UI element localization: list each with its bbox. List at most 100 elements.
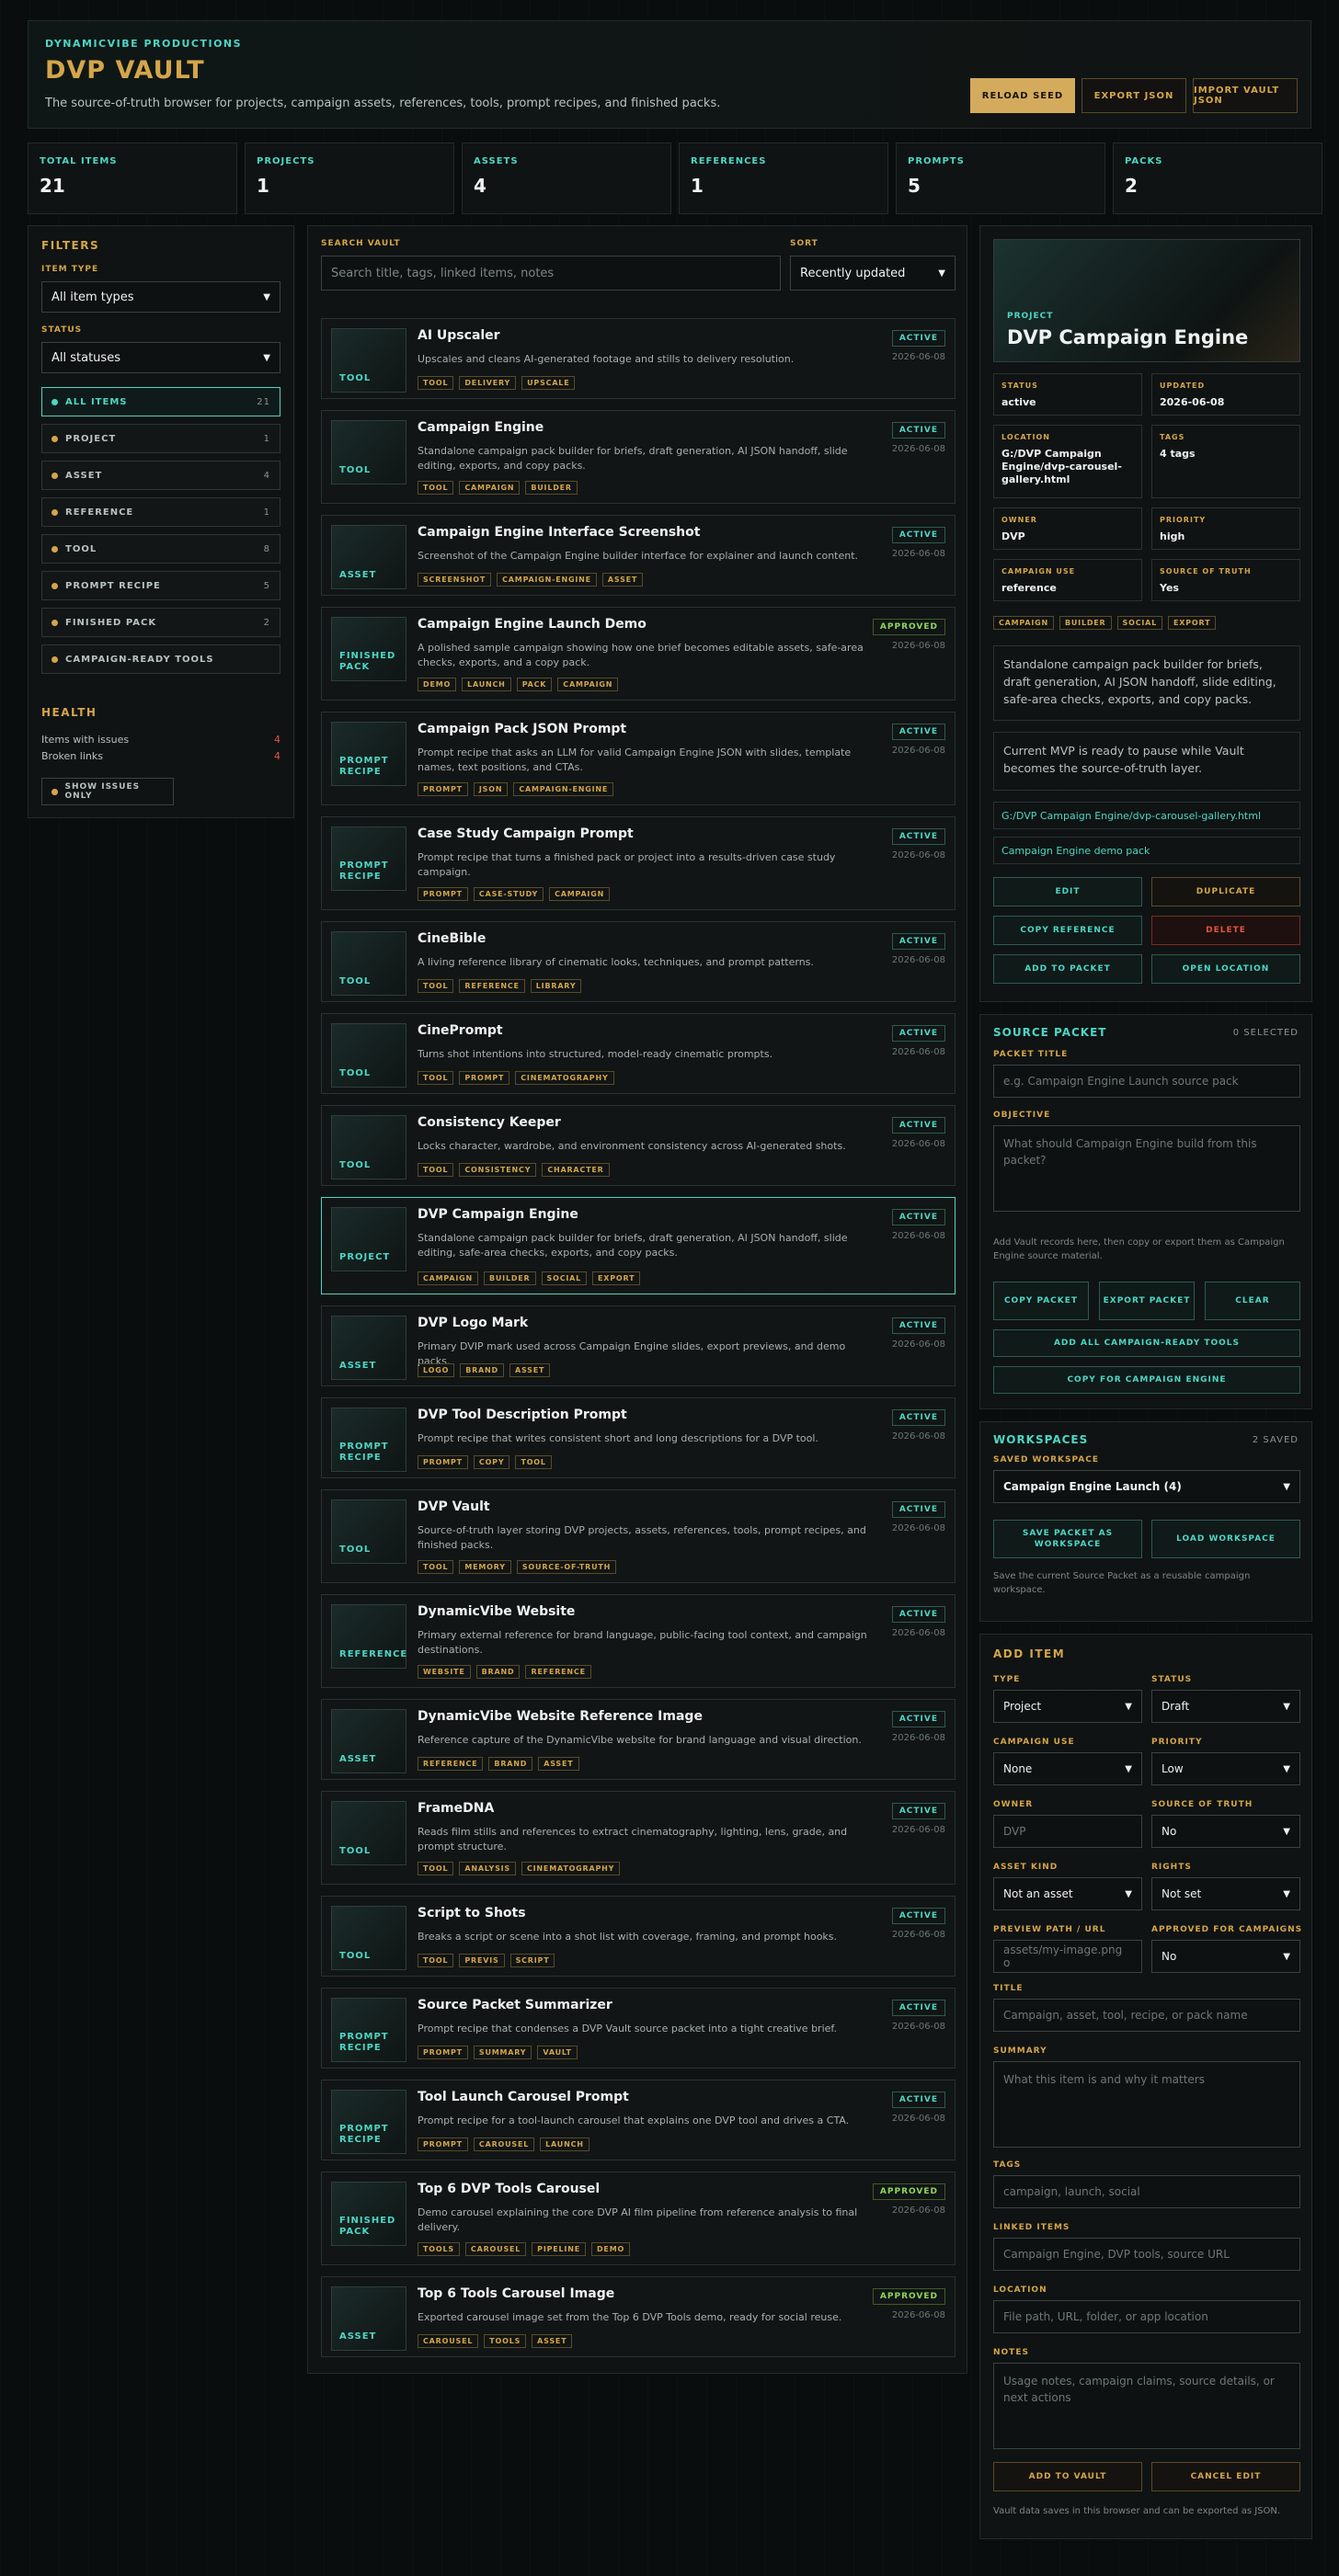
item-tag[interactable]: CHARACTER xyxy=(542,1163,610,1177)
item-tag[interactable]: BUILDER xyxy=(483,1271,536,1285)
item-card[interactable]: PROMPT RECIPE Case Study Campaign Prompt P… xyxy=(321,816,956,910)
item-tag[interactable]: MEMORY xyxy=(459,1560,511,1574)
clear-packet-button[interactable]: CLEAR xyxy=(1205,1282,1300,1320)
add-all-campaign-ready-button[interactable]: ADD ALL CAMPAIGN-READY TOOLS xyxy=(993,1329,1300,1357)
item-card[interactable]: FINISHED PACK Campaign Engine Launch Demo… xyxy=(321,607,956,701)
item-tag[interactable]: CINEMATOGRAPHY xyxy=(521,1862,621,1875)
item-tag[interactable]: PROMPT xyxy=(459,1071,510,1085)
detail-tag[interactable]: EXPORT xyxy=(1168,616,1217,630)
item-tag[interactable]: REFERENCE xyxy=(459,979,525,993)
item-card[interactable]: FINISHED PACK Top 6 DVP Tools Carousel Dem… xyxy=(321,2171,956,2265)
saved-workspace-select[interactable]: Campaign Engine Launch (4) ▼ xyxy=(993,1470,1300,1503)
item-tag[interactable]: DELIVERY xyxy=(459,376,517,390)
detail-tag[interactable]: CAMPAIGN xyxy=(993,616,1054,630)
cancel-edit-button[interactable]: CANCEL EDIT xyxy=(1151,2462,1300,2491)
item-card[interactable]: TOOL Campaign Engine Standalone campaign p… xyxy=(321,410,956,504)
add-use-field[interactable]: None ▼ xyxy=(993,1752,1142,1785)
add-tags-input[interactable]: campaign, launch, social xyxy=(993,2175,1300,2208)
item-tag[interactable]: REFERENCE xyxy=(418,1757,484,1771)
copy-reference-button[interactable]: COPY REFERENCE xyxy=(993,916,1142,945)
item-tag[interactable]: CAMPAIGN xyxy=(459,481,521,495)
item-tag[interactable]: ASSET xyxy=(601,573,644,587)
add-owner-field[interactable]: DVP xyxy=(993,1815,1142,1848)
item-tag[interactable]: DEMO xyxy=(418,678,457,691)
add-kind-field[interactable]: Not an asset ▼ xyxy=(993,1877,1142,1910)
item-tag[interactable]: BRAND xyxy=(475,1665,521,1679)
duplicate-button[interactable]: DUPLICATE xyxy=(1151,877,1300,906)
item-tag[interactable]: SOURCE-OF-TRUTH xyxy=(516,1560,617,1574)
add-summary-textarea[interactable]: What this item is and why it matters xyxy=(993,2061,1300,2148)
item-card[interactable]: ASSET DVP Logo Mark Primary DVIP mark used… xyxy=(321,1305,956,1386)
item-tag[interactable]: EXPORT xyxy=(592,1271,641,1285)
item-tag[interactable]: CAMPAIGN xyxy=(557,678,619,691)
item-tag[interactable]: CINEMATOGRAPHY xyxy=(515,1071,614,1085)
item-tag[interactable]: SOCIAL xyxy=(541,1271,588,1285)
detail-location-link[interactable]: G:/DVP Campaign Engine/dvp-carousel-gall… xyxy=(993,802,1300,829)
item-card[interactable]: TOOL Consistency Keeper Locks character, w… xyxy=(321,1105,956,1186)
item-tag[interactable]: TOOL xyxy=(418,1954,454,1967)
item-tag[interactable]: SCREENSHOT xyxy=(418,573,492,587)
sort-select[interactable]: Recently updated ▼ xyxy=(790,256,956,291)
item-tag[interactable]: TOOL xyxy=(418,481,454,495)
detail-linked-item[interactable]: Campaign Engine demo pack xyxy=(993,837,1300,864)
item-card[interactable]: TOOL DVP Vault Source-of-truth layer stori… xyxy=(321,1489,956,1583)
filter-item[interactable]: REFERENCE 1 xyxy=(41,497,280,527)
item-card[interactable]: TOOL Script to Shots Breaks a script or sc… xyxy=(321,1896,956,1977)
filter-item[interactable]: FINISHED PACK 2 xyxy=(41,608,280,637)
item-tag[interactable]: ANALYSIS xyxy=(459,1862,516,1875)
item-tag[interactable]: CAMPAIGN-ENGINE xyxy=(513,782,614,796)
item-card[interactable]: ASSET Top 6 Tools Carousel Image Exported … xyxy=(321,2276,956,2357)
item-tag[interactable]: CAMPAIGN xyxy=(549,887,611,901)
item-tag[interactable]: CAROUSEL xyxy=(418,2334,479,2348)
item-tag[interactable]: PROMPT xyxy=(418,2046,468,2059)
add-sot-field[interactable]: No ▼ xyxy=(1151,1815,1300,1848)
add-location-input[interactable]: File path, URL, folder, or app location xyxy=(993,2300,1300,2333)
item-tag[interactable]: PIPELINE xyxy=(532,2242,586,2256)
item-card[interactable]: REFERENCE DynamicVibe Website Primary exte… xyxy=(321,1594,956,1688)
item-tag[interactable]: LAUNCH xyxy=(540,2137,589,2151)
search-input[interactable]: Search title, tags, linked items, notes xyxy=(321,256,781,291)
item-card[interactable]: PROMPT RECIPE DVP Tool Description Prompt… xyxy=(321,1397,956,1478)
filter-item[interactable]: PROJECT 1 xyxy=(41,424,280,453)
detail-tag[interactable]: BUILDER xyxy=(1059,616,1112,630)
item-tag[interactable]: CAROUSEL xyxy=(473,2137,535,2151)
add-to-packet-button[interactable]: ADD TO PACKET xyxy=(993,954,1142,984)
item-tag[interactable]: CASE-STUDY xyxy=(473,887,544,901)
item-tag[interactable]: PROMPT xyxy=(418,782,468,796)
item-type-select[interactable]: All item types ▼ xyxy=(41,281,280,313)
add-type-field[interactable]: Project ▼ xyxy=(993,1690,1142,1723)
item-card[interactable]: PROJECT DVP Campaign Engine Standalone cam… xyxy=(321,1197,956,1294)
add-linked-items-input[interactable]: Campaign Engine, DVP tools, source URL xyxy=(993,2238,1300,2271)
item-tag[interactable]: LOGO xyxy=(418,1363,455,1377)
item-tag[interactable]: PACK xyxy=(516,678,553,691)
import-vault-json-button[interactable]: IMPORT VAULT JSON xyxy=(1193,78,1298,113)
detail-tag[interactable]: SOCIAL xyxy=(1116,616,1163,630)
item-tag[interactable]: LIBRARY xyxy=(530,979,582,993)
show-issues-button[interactable]: SHOW ISSUES ONLY xyxy=(41,778,174,805)
item-card[interactable]: ASSET Campaign Engine Interface Screensho… xyxy=(321,515,956,596)
export-json-button[interactable]: EXPORT JSON xyxy=(1082,78,1186,113)
copy-for-campaign-engine-button[interactable]: COPY FOR CAMPAIGN ENGINE xyxy=(993,1366,1300,1394)
add-to-vault-button[interactable]: ADD TO VAULT xyxy=(993,2462,1142,2491)
item-tag[interactable]: ASSET xyxy=(538,1757,579,1771)
save-packet-as-workspace-button[interactable]: SAVE PACKET AS WORKSPACE xyxy=(993,1520,1142,1558)
objective-textarea[interactable]: What should Campaign Engine build from t… xyxy=(993,1125,1300,1212)
item-tag[interactable]: UPSCALE xyxy=(521,376,576,390)
item-tag[interactable]: JSON xyxy=(473,782,509,796)
filter-item[interactable]: TOOL 8 xyxy=(41,534,280,564)
item-tag[interactable]: ASSET xyxy=(509,1363,551,1377)
item-tag[interactable]: TOOL xyxy=(418,376,454,390)
item-tag[interactable]: TOOL xyxy=(418,1163,454,1177)
item-card[interactable]: PROMPT RECIPE Tool Launch Carousel Prompt… xyxy=(321,2080,956,2160)
item-tag[interactable]: REFERENCE xyxy=(525,1665,591,1679)
item-tag[interactable]: LAUNCH xyxy=(462,678,511,691)
load-workspace-button[interactable]: LOAD WORKSPACE xyxy=(1151,1520,1300,1558)
item-tag[interactable]: CAROUSEL xyxy=(464,2242,527,2256)
item-tag[interactable]: PROMPT xyxy=(418,887,468,901)
export-packet-button[interactable]: EXPORT PACKET xyxy=(1099,1282,1195,1320)
item-card[interactable]: TOOL CinePrompt Turns shot intentions into… xyxy=(321,1013,956,1094)
item-tag[interactable]: TOOL xyxy=(418,979,454,993)
item-tag[interactable]: CAMPAIGN xyxy=(418,1271,478,1285)
filter-item[interactable]: ASSET 4 xyxy=(41,461,280,490)
item-card[interactable]: PROMPT RECIPE Source Packet Summarizer Pro… xyxy=(321,1988,956,2069)
